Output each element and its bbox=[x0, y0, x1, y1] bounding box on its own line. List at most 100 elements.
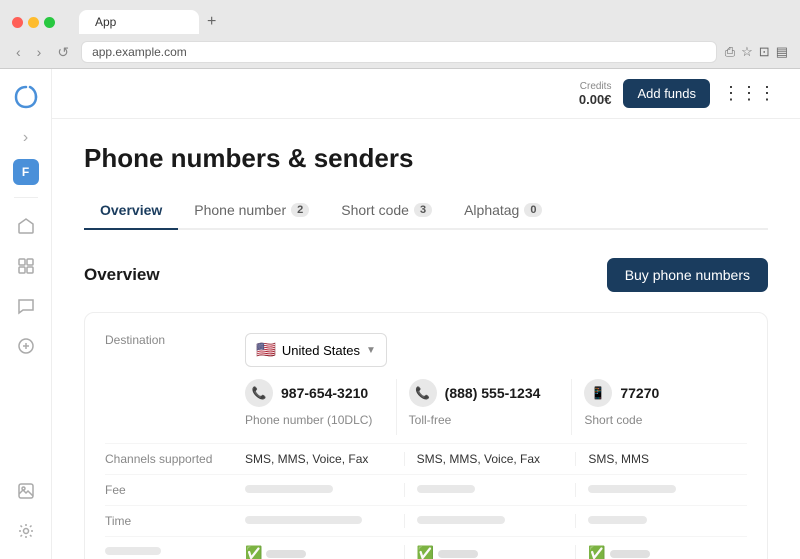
dropdown-arrow-icon: ▼ bbox=[366, 345, 376, 356]
top-header: Credits 0.00€ Add funds ⋮⋮⋮ bbox=[52, 69, 800, 119]
phone-num-tollfree: (888) 555-1234 bbox=[445, 385, 541, 401]
app-logo[interactable] bbox=[10, 81, 42, 113]
minimize-button[interactable] bbox=[28, 17, 39, 28]
extensions-icon[interactable]: ⊡ bbox=[759, 44, 770, 60]
main-content: Credits 0.00€ Add funds ⋮⋮⋮ Phone number… bbox=[52, 69, 800, 559]
tab-title: App bbox=[95, 15, 116, 29]
nav-bar: ‹ › ↺ app.example.com ⎙ ☆ ⊡ ▤ bbox=[0, 36, 800, 68]
tab-alphatag[interactable]: Alphatag 0 bbox=[448, 194, 558, 228]
channels-label: Channels supported bbox=[105, 452, 245, 466]
tab-overview[interactable]: Overview bbox=[84, 194, 178, 228]
phone-type-10dlc: Phone number (10DLC) bbox=[245, 413, 396, 427]
traffic-lights bbox=[12, 17, 55, 28]
address-bar[interactable]: app.example.com bbox=[81, 41, 717, 63]
sidebar-item-settings[interactable] bbox=[10, 515, 42, 547]
col-tollfree: 📞 (888) 555-1234 Toll-free bbox=[396, 379, 572, 435]
share-icon[interactable]: ⎙ bbox=[725, 44, 735, 60]
chat-icon bbox=[17, 297, 35, 315]
add-icon bbox=[17, 337, 35, 355]
image-icon bbox=[17, 482, 35, 500]
browser-tab[interactable]: App bbox=[79, 10, 199, 34]
bookmark-icon[interactable]: ☆ bbox=[741, 44, 753, 60]
avatar[interactable]: F bbox=[13, 159, 39, 185]
col-shortcode: 📱 77270 Short code bbox=[571, 379, 747, 435]
page-title: Phone numbers & senders bbox=[84, 143, 768, 174]
home-icon bbox=[17, 217, 35, 235]
sidebar-item-home[interactable] bbox=[10, 210, 42, 242]
close-button[interactable] bbox=[12, 17, 23, 28]
refresh-button[interactable]: ↺ bbox=[53, 42, 73, 63]
phone-num-10dlc: 987-654-3210 bbox=[281, 385, 368, 401]
col-10dlc: 📞 987-654-3210 Phone number (10DLC) bbox=[245, 379, 396, 435]
tab-alphatag-label: Alphatag bbox=[464, 202, 519, 218]
phone-display-10dlc: 📞 987-654-3210 bbox=[245, 379, 396, 407]
maximize-button[interactable] bbox=[44, 17, 55, 28]
channels-tollfree: SMS, MMS, Voice, Fax bbox=[404, 452, 576, 466]
sidebar-item-image[interactable] bbox=[10, 475, 42, 507]
fee-bar-shortcode bbox=[588, 485, 676, 493]
phone-icon-10dlc: 📞 bbox=[245, 379, 273, 407]
phone-icon-tollfree: 📞 bbox=[409, 379, 437, 407]
apps-grid-icon[interactable]: ⋮⋮⋮ bbox=[722, 83, 776, 104]
destination-row: Destination 🇺🇸 United States ▼ bbox=[105, 333, 747, 367]
buy-phone-numbers-button[interactable]: Buy phone numbers bbox=[607, 258, 768, 292]
destination-label: Destination bbox=[105, 333, 245, 347]
check-label-10dlc bbox=[266, 550, 306, 558]
phone-numbers-row: 📞 987-654-3210 Phone number (10DLC) 📞 (8… bbox=[245, 379, 747, 435]
check-icon-shortcode: ✅ bbox=[588, 545, 605, 559]
forward-button[interactable]: › bbox=[33, 42, 46, 62]
section-header: Overview Buy phone numbers bbox=[84, 258, 768, 292]
phone-num-shortcode: 77270 bbox=[620, 385, 659, 401]
sidebar-divider-1 bbox=[14, 197, 38, 198]
fee-shortcode bbox=[575, 483, 747, 497]
page-body: Phone numbers & senders Overview Phone n… bbox=[52, 119, 800, 559]
credits-label: Credits bbox=[580, 81, 612, 92]
time-tollfree bbox=[404, 514, 576, 528]
fee-bar-10dlc bbox=[245, 485, 333, 493]
fee-label: Fee bbox=[105, 483, 245, 497]
tab-shortcode-badge: 3 bbox=[414, 203, 432, 217]
credits-section: Credits 0.00€ bbox=[579, 81, 612, 107]
check-label-tollfree bbox=[438, 550, 478, 558]
browser-chrome: App + ‹ › ↺ app.example.com ⎙ ☆ ⊡ ▤ bbox=[0, 0, 800, 69]
check-row: ✅ ✅ ✅ bbox=[105, 536, 747, 559]
check-icon-tollfree: ✅ bbox=[417, 545, 434, 559]
time-values bbox=[245, 514, 747, 528]
tab-short-code[interactable]: Short code 3 bbox=[325, 194, 448, 228]
url-text: app.example.com bbox=[92, 45, 187, 59]
credits-value: 0.00€ bbox=[579, 92, 612, 107]
fee-tollfree bbox=[404, 483, 576, 497]
time-shortcode bbox=[575, 514, 747, 528]
phone-type-shortcode: Short code bbox=[584, 413, 735, 427]
phone-type-tollfree: Toll-free bbox=[409, 413, 560, 427]
title-bar: App + bbox=[0, 0, 800, 36]
back-button[interactable]: ‹ bbox=[12, 42, 25, 62]
comparison-section: Destination 🇺🇸 United States ▼ 📞 987-654… bbox=[84, 312, 768, 559]
new-tab-button[interactable]: + bbox=[199, 8, 224, 36]
tabs: Overview Phone number 2 Short code 3 Alp… bbox=[84, 194, 768, 230]
check-row-label-bar bbox=[105, 547, 161, 555]
section-title: Overview bbox=[84, 265, 160, 285]
check-10dlc: ✅ bbox=[245, 545, 404, 559]
phone-icon-shortcode: 📱 bbox=[584, 379, 612, 407]
sidebar-bottom bbox=[10, 475, 42, 547]
sidebar-item-grid[interactable] bbox=[10, 250, 42, 282]
check-row-label bbox=[105, 545, 245, 559]
fee-values bbox=[245, 483, 747, 497]
channels-row: Channels supported SMS, MMS, Voice, Fax … bbox=[105, 443, 747, 474]
phone-display-shortcode: 📱 77270 bbox=[584, 379, 735, 407]
channels-10dlc: SMS, MMS, Voice, Fax bbox=[245, 452, 404, 466]
sidebar-item-chat[interactable] bbox=[10, 290, 42, 322]
grid-icon bbox=[17, 257, 35, 275]
destination-select[interactable]: 🇺🇸 United States ▼ bbox=[245, 333, 387, 367]
add-funds-button[interactable]: Add funds bbox=[623, 79, 710, 108]
sidebar-icon[interactable]: ▤ bbox=[776, 44, 788, 60]
tab-phone-label: Phone number bbox=[194, 202, 286, 218]
sidebar-expand-button[interactable]: › bbox=[19, 125, 32, 151]
tab-phone-number[interactable]: Phone number 2 bbox=[178, 194, 325, 228]
sidebar-item-add[interactable] bbox=[10, 330, 42, 362]
time-label: Time bbox=[105, 514, 245, 528]
time-row: Time bbox=[105, 505, 747, 536]
nav-actions: ⎙ ☆ ⊡ ▤ bbox=[725, 44, 788, 60]
tab-overview-label: Overview bbox=[100, 202, 162, 218]
